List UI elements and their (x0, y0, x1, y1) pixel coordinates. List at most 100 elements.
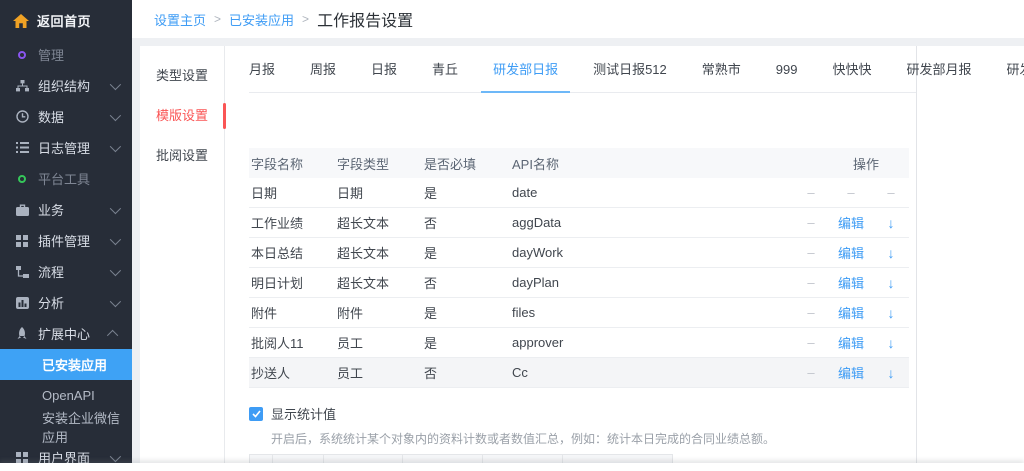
ring-green-icon (15, 172, 29, 186)
tab-monthly[interactable]: 月报 (249, 46, 275, 93)
sidebar-item-fenxi[interactable]: 分析 (0, 287, 132, 318)
breadcrumb: 设置主页 > 已安装应用 > 工作报告设置 (132, 0, 1024, 38)
breadcrumb-separator: > (302, 12, 309, 26)
ring-purple-icon (15, 48, 29, 62)
tab-rnd-monthly[interactable]: 研发部月报 (907, 46, 972, 93)
action-dash: – (801, 245, 821, 260)
bottom-edge-strip (0, 463, 1024, 471)
move-down-icon[interactable]: ↓ (881, 215, 901, 231)
briefcase-icon (15, 203, 29, 217)
list-icon (15, 141, 29, 155)
show-stats-helper-text: 开启后，系统统计某个对象内的资料计数或者数值汇总，例如：统计本日完成的合同业绩总… (271, 430, 916, 447)
sidebar-item-yewu[interactable]: 业务 (0, 194, 132, 225)
action-dash: – (801, 185, 821, 200)
left-gutter (132, 46, 140, 471)
report-type-tabs: 月报 周报 日报 青丘 研发部日报 测试日报512 常熟市 999 快快快 研发… (249, 46, 916, 93)
action-dash: – (801, 305, 821, 320)
table-row: 抄送人 员工 否 Cc – 编辑 ↓ (249, 358, 909, 388)
action-dash: – (801, 275, 821, 290)
move-down-icon[interactable]: ↓ (881, 245, 901, 261)
sidebar-item-guanli[interactable]: 管理 (0, 39, 132, 70)
settings-menu: 类型设置 模版设置 批阅设置 (140, 46, 225, 471)
tab-daily[interactable]: 日报 (371, 46, 397, 93)
sidebar-item-rizhiguanli[interactable]: 日志管理 (0, 132, 132, 163)
edit-button[interactable]: 编辑 (835, 303, 867, 322)
edit-button[interactable]: 编辑 (835, 243, 867, 262)
edit-button[interactable]: 编辑 (835, 273, 867, 292)
tab-changshu[interactable]: 常熟市 (702, 46, 741, 93)
table-row: 批阅人11 员工 是 approver – 编辑 ↓ (249, 328, 909, 358)
chevron-down-icon (110, 450, 121, 461)
chevron-down-icon (110, 295, 121, 306)
org-icon (15, 79, 29, 93)
content-area: 类型设置 模版设置 批阅设置 月报 周报 日报 青丘 研发部日报 测试日报512… (132, 46, 1024, 471)
settings-card: 类型设置 模版设置 批阅设置 月报 周报 日报 青丘 研发部日报 测试日报512… (140, 46, 917, 471)
show-stats-label: 显示统计值 (271, 404, 336, 423)
sidebar-home-label: 返回首页 (37, 11, 91, 30)
home-icon (14, 14, 28, 28)
sidebar-home-link[interactable]: 返回首页 (0, 0, 132, 39)
sidebar: 返回首页 管理 组织结构 数据 日志管理 (0, 0, 132, 463)
tab-kuaikuaikuai[interactable]: 快快快 (833, 46, 872, 93)
action-dash: – (881, 185, 901, 200)
chevron-down-icon (110, 78, 121, 89)
breadcrumb-link-installed-apps[interactable]: 已安装应用 (229, 10, 294, 29)
chevron-down-icon (110, 202, 121, 213)
chevron-down-icon (110, 109, 121, 120)
breadcrumb-separator: > (214, 12, 221, 26)
stats-section: 显示统计值 开启后，系统统计某个对象内的资料计数或者数值汇总，例如：统计本日完成… (249, 404, 916, 447)
table-row: 附件 附件 是 files – 编辑 ↓ (249, 298, 909, 328)
col-header-api-name: API名称 (512, 154, 702, 173)
move-down-icon[interactable]: ↓ (881, 275, 901, 291)
sidebar-item-kuozhanzhongxin[interactable]: 扩展中心 (0, 318, 132, 349)
sidebar-subitem-installed-apps[interactable]: 已安装应用 (0, 349, 132, 380)
edit-button[interactable]: 编辑 (835, 333, 867, 352)
table-row: 明日计划 超长文本 否 dayPlan – 编辑 ↓ (249, 268, 909, 298)
action-dash: – (801, 215, 821, 230)
show-stats-checkbox[interactable] (249, 407, 263, 421)
fields-table: 字段名称 字段类型 是否必填 API名称 操作 日期 日期 是 date (249, 148, 909, 388)
table-row: 本日总结 超长文本 是 dayWork – 编辑 ↓ (249, 238, 909, 268)
col-header-field-type: 字段类型 (337, 154, 424, 173)
move-down-icon[interactable]: ↓ (881, 305, 901, 321)
main-area: 设置主页 > 已安装应用 > 工作报告设置 类型设置 模版设置 批阅设置 月报 (132, 0, 1024, 471)
rocket-icon (15, 327, 29, 341)
table-row: 日期 日期 是 date – – – (249, 178, 909, 208)
tab-rnd-daily[interactable]: 研发部日报 (493, 46, 558, 93)
settings-menu-template[interactable]: 模版设置 (140, 96, 224, 136)
sidebar-subitem-install-wechat-app[interactable]: 安装企业微信应用 (0, 411, 132, 442)
sidebar-item-zuzhijiegou[interactable]: 组织结构 (0, 70, 132, 101)
chevron-down-icon (110, 233, 121, 244)
col-header-actions: 操作 (702, 154, 909, 173)
tab-rnd-weekly[interactable]: 研发部周报 (1007, 46, 1024, 93)
tab-qingqiu[interactable]: 青丘 (432, 46, 458, 93)
edit-button[interactable]: 编辑 (835, 363, 867, 382)
action-dash: – (801, 365, 821, 380)
sidebar-item-shuju[interactable]: 数据 (0, 101, 132, 132)
app-root: 返回首页 管理 组织结构 数据 日志管理 (0, 0, 1024, 471)
sidebar-item-chajianguanli[interactable]: 插件管理 (0, 225, 132, 256)
template-pane: 月报 周报 日报 青丘 研发部日报 测试日报512 常熟市 999 快快快 研发… (225, 46, 916, 471)
settings-menu-type[interactable]: 类型设置 (140, 56, 224, 96)
chevron-down-icon (110, 140, 121, 151)
col-header-field-name: 字段名称 (249, 154, 337, 173)
table-row: 工作业绩 超长文本 否 aggData – 编辑 ↓ (249, 208, 909, 238)
page-title: 工作报告设置 (317, 7, 413, 31)
sidebar-item-pingtaigongju[interactable]: 平台工具 (0, 163, 132, 194)
tab-weekly[interactable]: 周报 (310, 46, 336, 93)
table-header-row: 字段名称 字段类型 是否必填 API名称 操作 (249, 148, 909, 178)
tab-999[interactable]: 999 (776, 46, 798, 93)
chart-icon (15, 296, 29, 310)
clock-icon (15, 110, 29, 124)
sidebar-subitem-openapi[interactable]: OpenAPI (0, 380, 132, 411)
chevron-up-icon (107, 329, 118, 340)
sidebar-item-liucheng[interactable]: 流程 (0, 256, 132, 287)
edit-button[interactable]: 编辑 (835, 213, 867, 232)
action-dash: – (835, 185, 867, 200)
breadcrumb-link-settings-home[interactable]: 设置主页 (154, 10, 206, 29)
col-header-required: 是否必填 (424, 154, 512, 173)
settings-menu-review[interactable]: 批阅设置 (140, 136, 224, 176)
tab-test-daily-512[interactable]: 测试日报512 (593, 46, 667, 93)
move-down-icon[interactable]: ↓ (881, 335, 901, 351)
move-down-icon[interactable]: ↓ (881, 365, 901, 381)
